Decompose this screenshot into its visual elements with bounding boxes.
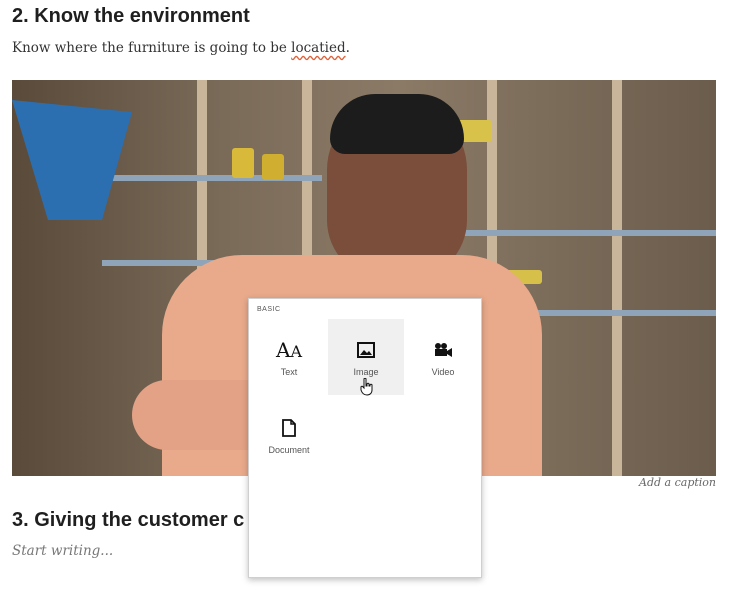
insert-item-label: Text [280,367,298,377]
paragraph-punctuation: . [345,40,350,56]
image-icon [328,333,404,367]
section-heading[interactable]: 2. Know the environment [12,5,250,28]
shelf-post [612,80,622,476]
shelf [102,175,322,181]
section-heading[interactable]: 3. Giving the customer c [12,509,244,532]
misspelled-word[interactable]: locatied [291,40,345,56]
jar [262,154,284,180]
insert-text-button[interactable]: AA Text [251,319,327,395]
insert-document-button[interactable]: Document [251,397,327,473]
writing-placeholder[interactable]: Start writing... [12,543,113,559]
jar [232,148,254,178]
menu-section-label: BASIC [257,306,281,313]
insert-menu: BASIC AA Text Image Video Document [248,298,482,578]
insert-item-label: Video [431,367,455,377]
video-camera-icon [405,333,481,367]
insert-item-label: Image [353,367,379,377]
insert-item-label: Document [268,445,310,455]
paragraph[interactable]: Know where the furniture is going to be … [12,40,350,56]
blue-machine [12,100,132,220]
paragraph-text: Know where the furniture is going to be [12,40,292,56]
insert-video-button[interactable]: Video [405,319,481,395]
text-icon: AA [275,338,302,362]
image-caption[interactable]: Add a caption [639,476,716,489]
hand-cursor-icon [360,377,374,400]
person-hair [330,94,464,154]
shelf [442,230,716,236]
document-icon [251,411,327,445]
